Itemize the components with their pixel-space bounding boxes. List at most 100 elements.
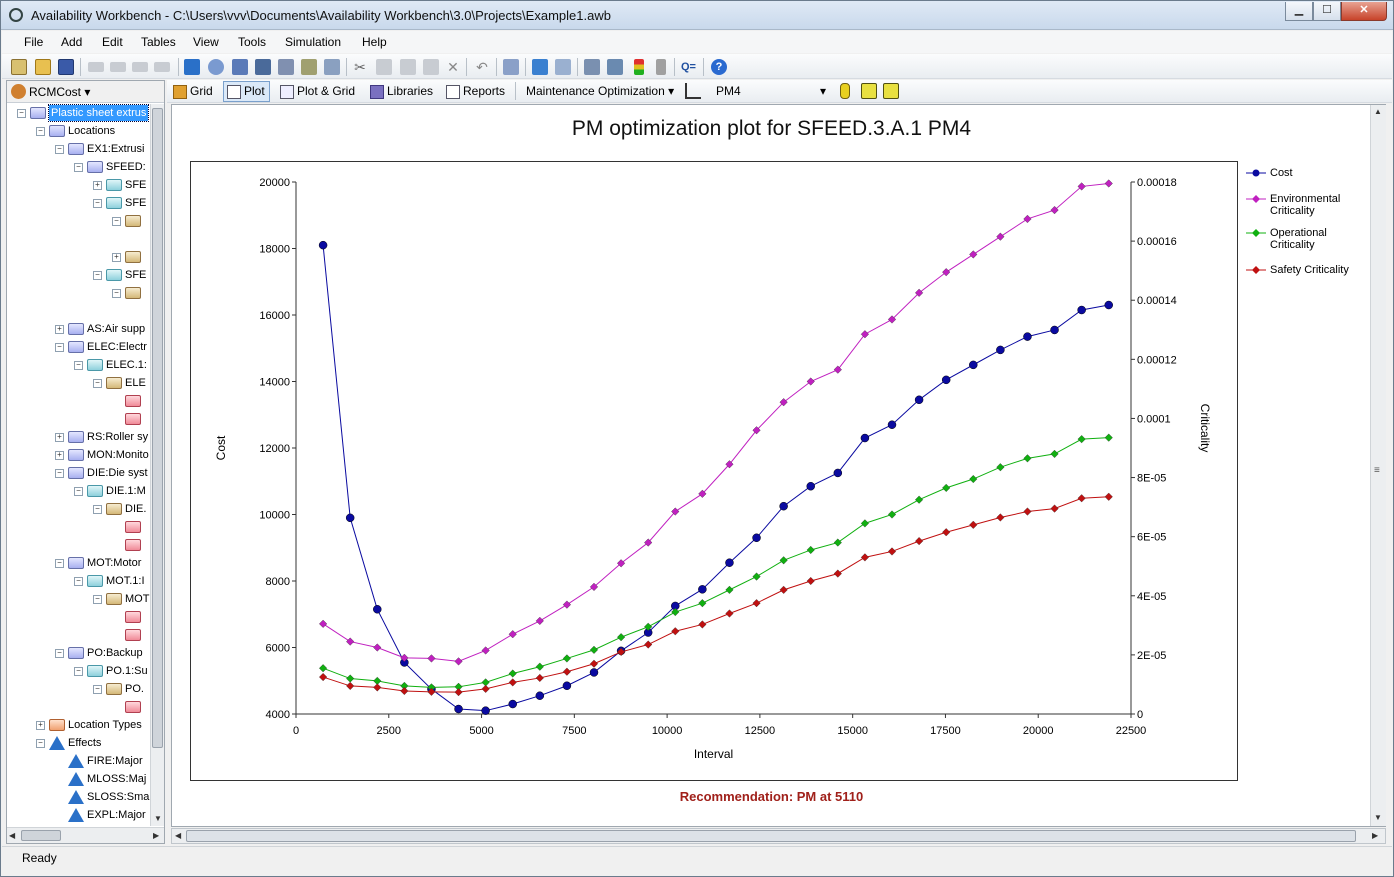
disabled-tool-3-icon[interactable] xyxy=(132,62,148,72)
run-icon[interactable] xyxy=(532,59,548,75)
collapse-icon[interactable]: − xyxy=(17,109,26,118)
effect-warning-icon[interactable] xyxy=(184,59,200,75)
help-icon[interactable]: ? xyxy=(711,59,727,75)
tab-grid[interactable]: Grid xyxy=(169,81,218,102)
collapse-icon[interactable]: − xyxy=(93,379,102,388)
plot-vertical-scrollbar[interactable]: ▲ ≡ ▼ xyxy=(1370,105,1386,826)
collapse-icon[interactable]: − xyxy=(112,289,121,298)
minimize-button[interactable]: ▁ xyxy=(1285,2,1313,21)
collapse-icon[interactable]: − xyxy=(36,739,45,748)
menu-file[interactable]: File xyxy=(24,35,43,49)
expand-icon[interactable]: + xyxy=(55,433,64,442)
menu-add[interactable]: Add xyxy=(61,35,82,49)
collapse-icon[interactable]: − xyxy=(112,217,121,226)
grid-view-icon[interactable] xyxy=(861,83,877,99)
expand-icon[interactable]: + xyxy=(55,325,64,334)
collapse-icon[interactable]: − xyxy=(74,487,83,496)
tab-reports[interactable]: Reports xyxy=(442,81,510,102)
collapse-icon[interactable]: − xyxy=(36,127,45,136)
collapse-icon[interactable]: − xyxy=(55,559,64,568)
paste-special-icon[interactable] xyxy=(423,59,439,75)
cut-icon[interactable]: ✂ xyxy=(352,59,368,75)
copy-icon[interactable] xyxy=(376,59,392,75)
expand-icon[interactable]: + xyxy=(36,721,45,730)
chart-options-icon[interactable] xyxy=(685,83,701,99)
person-icon[interactable] xyxy=(232,59,248,75)
collapse-icon[interactable]: − xyxy=(55,145,64,154)
menu-edit[interactable]: Edit xyxy=(102,35,123,49)
new-project-icon[interactable] xyxy=(11,59,27,75)
menu-simulation[interactable]: Simulation xyxy=(285,35,341,49)
scroll-down-arrow-icon[interactable]: ▼ xyxy=(154,814,162,823)
module-dropdown[interactable]: RCMCost ▾ xyxy=(29,85,90,99)
optimize-icon[interactable] xyxy=(607,59,623,75)
simulate-icon[interactable] xyxy=(584,59,600,75)
box-icon[interactable] xyxy=(301,59,317,75)
people-icon[interactable] xyxy=(278,59,294,75)
tab-libraries[interactable]: Libraries xyxy=(366,81,438,102)
expand-icon[interactable]: + xyxy=(93,181,102,190)
collapse-icon[interactable]: − xyxy=(55,343,64,352)
close-button[interactable]: ✕ xyxy=(1341,2,1387,21)
plot-scroll-grip-icon[interactable]: ≡ xyxy=(1374,465,1380,476)
collapse-icon[interactable]: − xyxy=(55,649,64,658)
plot-hscroll-right-icon[interactable]: ▶ xyxy=(1372,831,1378,840)
gear-icon[interactable] xyxy=(208,59,224,75)
title-bar[interactable]: Availability Workbench - C:\Users\vvv\Do… xyxy=(1,1,1393,30)
collapse-icon[interactable]: − xyxy=(74,361,83,370)
expand-icon[interactable]: + xyxy=(112,253,121,262)
plot-hscroll-left-icon[interactable]: ◀ xyxy=(175,831,181,840)
task-dropdown[interactable]: PM4 ▾ xyxy=(711,81,831,102)
plot-hscroll-thumb[interactable] xyxy=(186,830,1356,842)
menu-help[interactable]: Help xyxy=(362,35,387,49)
collapse-icon[interactable]: − xyxy=(74,667,83,676)
tab-plot-grid[interactable]: Plot & Grid xyxy=(276,81,360,102)
columns-icon[interactable] xyxy=(883,83,899,99)
location-icon xyxy=(68,467,84,479)
disabled-tool-1-icon[interactable] xyxy=(88,62,104,72)
maximize-button[interactable]: ☐ xyxy=(1313,2,1341,21)
parts-icon[interactable] xyxy=(324,59,340,75)
mode-dropdown[interactable]: Maintenance Optimization ▾ xyxy=(521,81,679,102)
menu-tables[interactable]: Tables xyxy=(141,35,176,49)
menu-view[interactable]: View xyxy=(193,35,219,49)
plot-horizontal-scrollbar[interactable]: ◀ ▶ xyxy=(171,828,1386,844)
report-icon[interactable] xyxy=(555,59,571,75)
collapse-icon[interactable]: − xyxy=(93,685,102,694)
disabled-tool-2-icon[interactable] xyxy=(110,62,126,72)
project-tree[interactable]: − Plastic sheet extrus − Locations − EX1:Extr… xyxy=(7,104,150,824)
collapse-icon[interactable]: − xyxy=(93,199,102,208)
failure-icon xyxy=(125,611,141,623)
disabled-tool-4-icon[interactable] xyxy=(154,62,170,72)
y-tick-label: 12000 xyxy=(259,443,290,455)
query-icon[interactable]: Q= xyxy=(681,59,697,75)
save-icon[interactable] xyxy=(58,59,74,75)
delete-icon[interactable]: ✕ xyxy=(445,59,461,75)
tree-vertical-scrollbar[interactable]: ▼ xyxy=(150,104,164,826)
plot-scroll-down-icon[interactable]: ▼ xyxy=(1374,813,1382,822)
scroll-right-arrow-icon[interactable]: ▶ xyxy=(153,831,159,840)
tree-hscroll-thumb[interactable] xyxy=(21,830,61,841)
paste-icon[interactable] xyxy=(400,59,416,75)
menu-tools[interactable]: Tools xyxy=(238,35,266,49)
signal-icon[interactable] xyxy=(840,83,850,99)
collapse-icon[interactable]: − xyxy=(55,469,64,478)
scroll-left-arrow-icon[interactable]: ◀ xyxy=(9,831,15,840)
tab-plot[interactable]: Plot xyxy=(223,81,270,102)
tree-horizontal-scrollbar[interactable]: ◀ ▶ xyxy=(7,827,164,843)
x-tick-label: 7500 xyxy=(562,725,586,737)
properties-icon[interactable] xyxy=(503,59,519,75)
collapse-icon[interactable]: − xyxy=(93,595,102,604)
tree-scroll-thumb[interactable] xyxy=(152,108,163,748)
tools-icon[interactable] xyxy=(255,59,271,75)
traffic-light-icon[interactable] xyxy=(634,59,644,75)
plot-scroll-up-icon[interactable]: ▲ xyxy=(1374,107,1382,116)
expand-icon[interactable]: + xyxy=(55,451,64,460)
collapse-icon[interactable]: − xyxy=(93,505,102,514)
traffic-light-off-icon[interactable] xyxy=(656,59,666,75)
collapse-icon[interactable]: − xyxy=(93,271,102,280)
open-folder-icon[interactable] xyxy=(35,59,51,75)
collapse-icon[interactable]: − xyxy=(74,577,83,586)
undo-icon[interactable]: ↶ xyxy=(474,59,490,75)
collapse-icon[interactable]: − xyxy=(74,163,83,172)
